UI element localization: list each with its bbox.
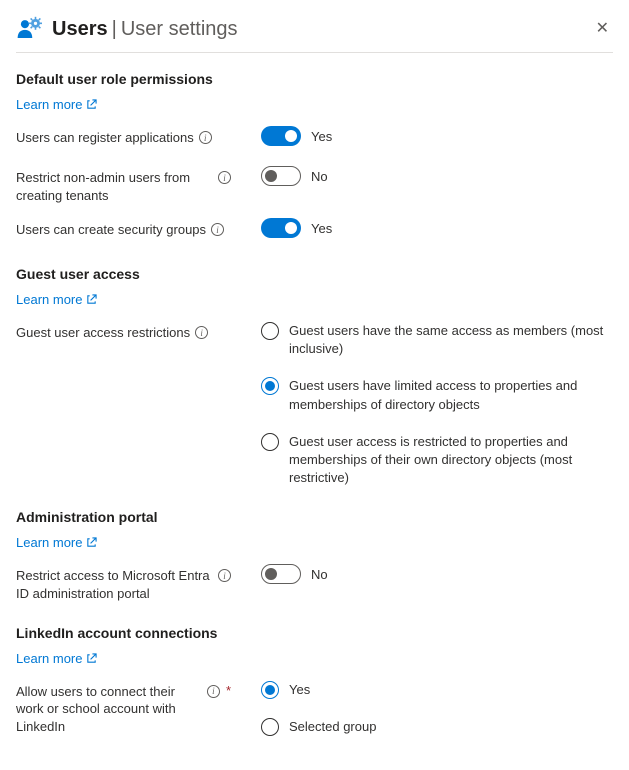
toggle-value-restrict-tenants: No [311, 169, 328, 184]
radio-label: Guest users have the same access as memb… [289, 321, 613, 358]
toggle-security-groups[interactable] [261, 218, 301, 238]
radio-group-linkedin: Yes Selected group [261, 680, 613, 736]
info-icon[interactable]: i [195, 326, 208, 339]
learn-more-label: Learn more [16, 97, 82, 112]
row-register-apps: Users can register applications i Yes [16, 126, 613, 152]
label-linkedin-allow: Allow users to connect their work or sch… [16, 683, 202, 736]
title-separator: | [112, 18, 117, 41]
radio-icon [261, 377, 279, 395]
radio-icon [261, 322, 279, 340]
radio-guest-option-2[interactable]: Guest user access is restricted to prope… [261, 432, 613, 488]
learn-more-default-role[interactable]: Learn more [16, 97, 97, 112]
toggle-value-restrict-portal: No [311, 567, 328, 582]
radio-label: Guest users have limited access to prope… [289, 376, 613, 413]
close-icon[interactable]: ✕ [592, 17, 613, 41]
learn-more-label: Learn more [16, 292, 82, 307]
row-guest-restrictions: Guest user access restrictions i Guest u… [16, 321, 613, 487]
section-linkedin-heading: LinkedIn account connections [16, 625, 613, 641]
row-linkedin-allow: Allow users to connect their work or sch… [16, 680, 613, 736]
radio-guest-option-1[interactable]: Guest users have limited access to prope… [261, 376, 613, 413]
radio-label: Yes [289, 680, 310, 699]
info-icon[interactable]: i [207, 685, 220, 698]
row-restrict-tenants: Restrict non-admin users from creating t… [16, 166, 613, 204]
section-default-role-heading: Default user role permissions [16, 71, 613, 87]
learn-more-admin-portal[interactable]: Learn more [16, 535, 97, 550]
section-guest-heading: Guest user access [16, 266, 613, 282]
external-link-icon [86, 99, 97, 110]
label-security-groups: Users can create security groups [16, 221, 206, 239]
radio-linkedin-option-1[interactable]: Selected group [261, 717, 613, 736]
learn-more-linkedin[interactable]: Learn more [16, 651, 97, 666]
radio-group-guest: Guest users have the same access as memb… [261, 321, 613, 487]
info-icon[interactable]: i [218, 569, 231, 582]
toggle-register-apps[interactable] [261, 126, 301, 146]
label-guest-restrictions: Guest user access restrictions [16, 324, 190, 342]
user-settings-panel: Users | User settings ✕ Default user rol… [0, 0, 629, 770]
radio-linkedin-option-0[interactable]: Yes [261, 680, 613, 699]
external-link-icon [86, 294, 97, 305]
external-link-icon [86, 537, 97, 548]
radio-guest-option-0[interactable]: Guest users have the same access as memb… [261, 321, 613, 358]
row-restrict-portal: Restrict access to Microsoft Entra ID ad… [16, 564, 613, 602]
radio-label: Selected group [289, 717, 376, 736]
radio-icon [261, 681, 279, 699]
toggle-restrict-tenants[interactable] [261, 166, 301, 186]
users-gear-icon [16, 16, 42, 42]
radio-icon [261, 433, 279, 451]
label-restrict-portal: Restrict access to Microsoft Entra ID ad… [16, 567, 213, 602]
label-restrict-tenants: Restrict non-admin users from creating t… [16, 169, 213, 204]
section-admin-portal-heading: Administration portal [16, 509, 613, 525]
learn-more-label: Learn more [16, 651, 82, 666]
page-title: Users [52, 18, 108, 41]
learn-more-label: Learn more [16, 535, 82, 550]
radio-label: Guest user access is restricted to prope… [289, 432, 613, 488]
panel-header: Users | User settings ✕ [16, 10, 613, 53]
toggle-restrict-portal[interactable] [261, 564, 301, 584]
row-security-groups: Users can create security groups i Yes [16, 218, 613, 244]
toggle-value-security-groups: Yes [311, 221, 332, 236]
external-link-icon [86, 653, 97, 664]
page-subtitle: User settings [121, 18, 238, 41]
radio-icon [261, 718, 279, 736]
learn-more-guest[interactable]: Learn more [16, 292, 97, 307]
info-icon[interactable]: i [218, 171, 231, 184]
toggle-value-register-apps: Yes [311, 129, 332, 144]
info-icon[interactable]: i [199, 131, 212, 144]
label-register-apps: Users can register applications [16, 129, 194, 147]
info-icon[interactable]: i [211, 223, 224, 236]
